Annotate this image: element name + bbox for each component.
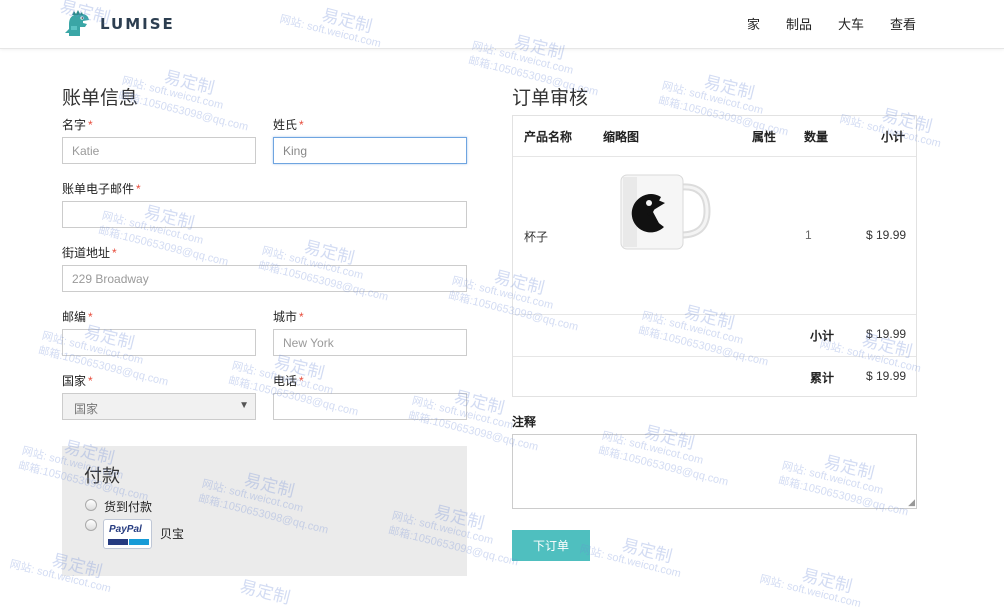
city-label: 城市 * (273, 308, 304, 325)
column-header-quantity: 数量 (804, 130, 829, 144)
first-name-label: 名字 * (62, 116, 93, 133)
subtotal-value: $ 19.99 (866, 327, 907, 341)
required-mark: * (88, 310, 93, 324)
subtotal-label: 小计 (810, 329, 835, 343)
zip-label: 邮编 * (62, 308, 93, 325)
required-mark: * (88, 118, 93, 132)
paypal-label[interactable]: 贝宝 (160, 525, 184, 542)
required-mark: * (299, 310, 304, 324)
cod-radio[interactable] (85, 499, 97, 511)
last-name-input[interactable]: King (273, 137, 467, 164)
phone-label: 电话 * (273, 372, 304, 389)
country-label-text: 国家 (62, 374, 87, 388)
column-header-subtotal: 小计 (881, 130, 906, 144)
paypal-radio[interactable] (85, 519, 97, 531)
resize-handle-icon[interactable]: ◢ (908, 498, 915, 507)
billing-title: 账单信息 (62, 88, 139, 109)
paypal-logo-icon[interactable]: PayPal (103, 519, 152, 549)
notes-label: 注释 (512, 415, 537, 429)
notes-textarea[interactable]: ◢ (512, 434, 917, 509)
item-name: 杯子 (524, 230, 549, 244)
email-label-text: 账单电子邮件 (62, 182, 135, 196)
email-label: 账单电子邮件 * (62, 180, 141, 197)
row-divider (513, 156, 916, 157)
first-name-input[interactable]: Katie (62, 137, 256, 164)
last-name-label-text: 姓氏 (273, 118, 298, 132)
required-mark: * (112, 246, 117, 260)
nav-item-checkout[interactable]: 查看 (890, 14, 916, 33)
nav-item-home[interactable]: 家 (747, 14, 760, 33)
main-nav: 家 制品 大车 查看 (721, 14, 916, 33)
column-header-product: 产品名称 (524, 130, 573, 144)
column-header-thumbnail: 缩略图 (603, 130, 640, 144)
row-divider (513, 356, 916, 357)
country-select[interactable]: 国家 ▼ (62, 393, 256, 420)
paypal-card-stripe (129, 539, 149, 545)
watermark: 易定制 网站: soft.weicot.com (578, 535, 683, 581)
order-review-title: 订单审核 (512, 88, 589, 109)
paypal-logo-text: PayPal (109, 524, 142, 535)
email-input[interactable] (62, 201, 467, 228)
column-header-attributes: 属性 (752, 130, 777, 144)
required-mark: * (88, 374, 93, 388)
payment-panel: 付款 货到付款 PayPal 贝宝 (62, 446, 467, 576)
paypal-card-stripe (108, 539, 128, 545)
country-label: 国家 * (62, 372, 93, 389)
total-value: $ 19.99 (866, 369, 907, 383)
dinosaur-logo-icon (65, 10, 89, 37)
caret-down-icon: ▼ (239, 400, 249, 411)
phone-input[interactable] (273, 393, 467, 420)
cod-label[interactable]: 货到付款 (104, 498, 152, 515)
street-label: 街道地址 * (62, 244, 117, 261)
order-review-table: 产品名称 缩略图 属性 数量 小计 杯子 1 $ 19.99 小计 $ 19.9… (512, 115, 917, 397)
site-header: LUMISE 家 制品 大车 查看 (0, 0, 1004, 49)
item-subtotal: $ 19.99 (866, 228, 907, 242)
place-order-button[interactable]: 下订单 (512, 530, 590, 561)
required-mark: * (136, 182, 141, 196)
city-input[interactable]: New York (273, 329, 467, 356)
nav-item-cart[interactable]: 大车 (838, 14, 864, 33)
street-label-text: 街道地址 (62, 246, 111, 260)
last-name-label: 姓氏 * (273, 116, 304, 133)
street-input[interactable]: 229 Broadway (62, 265, 467, 292)
first-name-label-text: 名字 (62, 118, 87, 132)
nav-item-products[interactable]: 制品 (786, 14, 812, 33)
payment-title: 付款 (84, 466, 120, 486)
city-label-text: 城市 (273, 310, 298, 324)
country-select-value: 国家 (74, 402, 99, 416)
zip-label-text: 邮编 (62, 310, 87, 324)
required-mark: * (299, 118, 304, 132)
row-divider (513, 314, 916, 315)
pacman-mug-icon (620, 174, 711, 250)
zip-input[interactable] (62, 329, 256, 356)
required-mark: * (299, 374, 304, 388)
phone-label-text: 电话 (273, 374, 298, 388)
item-quantity: 1 (805, 228, 812, 242)
logo[interactable]: LUMISE (63, 8, 175, 40)
watermark: 易定制 网站: soft.weicot.com (758, 565, 863, 611)
logo-text: LUMISE (100, 15, 175, 33)
total-label: 累计 (810, 371, 835, 385)
